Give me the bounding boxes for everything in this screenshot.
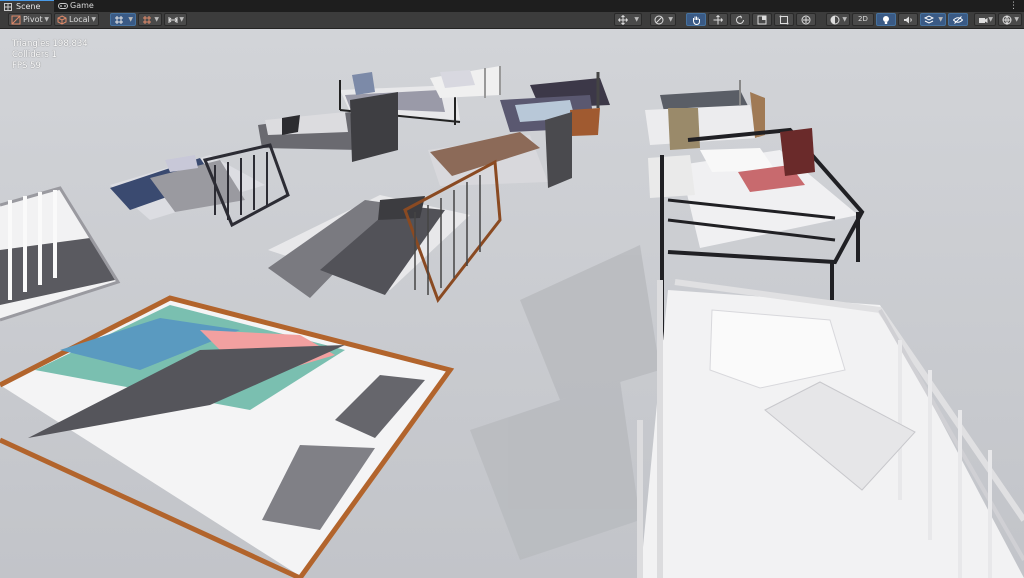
rect-transform-icon — [779, 15, 789, 25]
chevron-down-icon: ▼ — [128, 16, 133, 23]
hidden-objects-toggle-button[interactable] — [948, 13, 968, 26]
light-bulb-icon — [883, 16, 889, 24]
more-options-icon[interactable]: ⋮ — [1009, 0, 1018, 12]
gizmos-globe-icon — [1002, 15, 1012, 25]
move-icon — [713, 15, 723, 25]
chevron-down-icon: ▼ — [668, 16, 673, 23]
local-cube-icon — [57, 15, 67, 25]
chevron-down-icon: ▼ — [179, 16, 184, 23]
hand-icon — [693, 16, 700, 25]
lighting-mode-button[interactable]: ▼ — [826, 13, 850, 26]
tab-scene-label: Scene — [16, 2, 41, 11]
2d-mode-button[interactable]: 2D — [852, 13, 874, 26]
pivot-toggle[interactable]: Pivot ▼ — [8, 13, 52, 26]
audio-toggle-button[interactable] — [898, 13, 918, 26]
transform-tool-button[interactable] — [796, 13, 816, 26]
camera-settings-button[interactable]: ▼ — [974, 13, 996, 26]
pivot-icon — [11, 15, 21, 25]
stats-overlay: Triangles 198,834 Colliders 1 FPS 59 — [12, 39, 88, 72]
lighting-toggle-button[interactable] — [876, 13, 896, 26]
gamepad-icon — [58, 3, 68, 9]
increment-snapping-button[interactable]: ▼ — [164, 13, 187, 26]
tool-settings-button[interactable]: ▼ — [614, 13, 642, 26]
colliders-count: Colliders 1 — [12, 50, 57, 60]
increment-snap-icon — [168, 17, 178, 23]
rotate-icon — [736, 15, 744, 24]
audio-icon — [904, 16, 912, 24]
fps-counter: FPS 59 — [12, 61, 41, 71]
chevron-down-icon: ▼ — [154, 16, 159, 23]
grid-visibility-button[interactable]: ▼ — [138, 13, 162, 26]
local-toggle[interactable]: Local ▼ — [54, 13, 99, 26]
chevron-down-icon: ▼ — [938, 16, 943, 23]
2d-mode-label: 2D — [858, 15, 868, 23]
scene-toolbar: Pivot ▼ Local ▼ ▼ ▼ ▼ ▼ ▼ ▼ 2D ▼ ▼ ▼ — [0, 12, 1024, 29]
chevron-down-icon: ▼ — [1014, 16, 1019, 23]
triangles-count: Triangles 198,834 — [12, 39, 88, 49]
grid-snapping-icon — [115, 16, 123, 24]
move-tool-button[interactable] — [708, 13, 728, 26]
chevron-down-icon: ▼ — [44, 16, 49, 23]
draw-mode-button[interactable]: ▼ — [650, 13, 676, 26]
rect-tool-button[interactable] — [774, 13, 794, 26]
grid-icon — [143, 16, 151, 24]
scene-viewport[interactable]: Triangles 198,834 Colliders 1 FPS 59 — [0, 29, 1024, 578]
chevron-down-icon: ▼ — [988, 16, 993, 23]
pivot-label: Pivot — [23, 15, 43, 24]
shading-mode-icon — [654, 15, 664, 25]
scene-grid-icon — [4, 3, 12, 11]
rotate-tool-button[interactable] — [730, 13, 750, 26]
effects-layers-icon — [924, 15, 934, 24]
tab-game-label: Game — [70, 1, 94, 10]
eye-hidden-icon — [953, 16, 963, 24]
chevron-down-icon: ▼ — [842, 16, 847, 23]
scale-icon — [757, 15, 767, 25]
transform-icon — [801, 15, 811, 25]
tab-game[interactable]: Game — [54, 0, 102, 12]
gizmos-button[interactable]: ▼ — [998, 13, 1022, 26]
tab-scene[interactable]: Scene — [0, 0, 54, 12]
camera-icon — [979, 18, 988, 23]
view-tool-button[interactable] — [686, 13, 706, 26]
local-label: Local — [69, 15, 90, 24]
sphere-icon — [830, 15, 840, 25]
scene-render — [0, 29, 1024, 578]
move-arrows-icon — [618, 15, 628, 25]
chevron-down-icon: ▼ — [91, 16, 96, 23]
effects-toggle-button[interactable]: ▼ — [920, 13, 946, 26]
window-tab-bar: Scene Game ⋮ — [0, 0, 1024, 12]
scale-tool-button[interactable] — [752, 13, 772, 26]
grid-snapping-button[interactable]: ▼ — [110, 13, 136, 26]
chevron-down-icon: ▼ — [634, 16, 639, 23]
